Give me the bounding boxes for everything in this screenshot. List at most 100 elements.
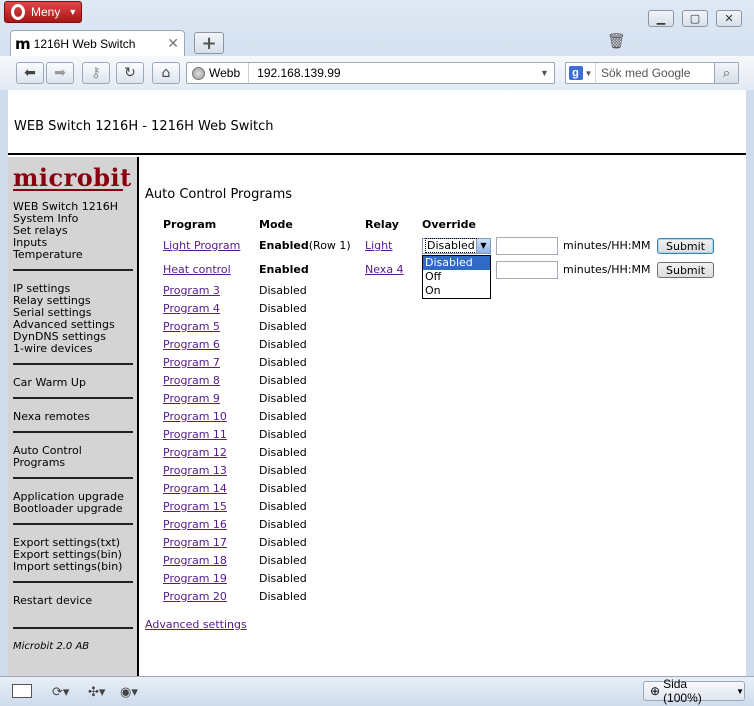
microbit-logo: microbit <box>13 163 132 192</box>
zoom-control[interactable]: ⊕ Sida (100%) ▼ <box>643 677 745 705</box>
search-engine-picker[interactable]: g ▼ <box>566 63 596 83</box>
turbo-icon[interactable]: ◉▾ <box>120 683 138 701</box>
sidebar-item[interactable]: Bootloader upgrade <box>13 503 124 515</box>
program-link[interactable]: Light Program <box>163 239 240 252</box>
program-link[interactable]: Program 11 <box>163 428 227 441</box>
table-row: Program 4 Disabled <box>145 302 445 320</box>
tab-title: 1216H Web Switch <box>33 36 136 51</box>
override-minutes-input[interactable] <box>496 261 558 279</box>
mode-value: Disabled <box>259 482 307 495</box>
program-link[interactable]: Program 6 <box>163 338 220 351</box>
program-link[interactable]: Program 17 <box>163 536 227 549</box>
column-header-mode: Mode <box>259 218 293 231</box>
search-box[interactable]: g ▼ Sök med Google ⌕ <box>565 62 739 84</box>
submit-button[interactable]: Submit <box>657 262 714 278</box>
back-button[interactable]: ⬅ <box>16 62 44 84</box>
program-link[interactable]: Program 16 <box>163 518 227 531</box>
program-link[interactable]: Program 15 <box>163 500 227 513</box>
sidebar-group-restart: Restart device <box>13 595 92 607</box>
override-dropdown-list[interactable]: Disabled Off On <box>422 255 491 299</box>
sync-icon[interactable]: ⟳▾ <box>52 683 69 701</box>
chevron-down-icon[interactable]: ▼ <box>540 68 554 78</box>
program-link[interactable]: Program 20 <box>163 590 227 603</box>
opera-menu-button[interactable]: Meny ▼ <box>4 1 82 23</box>
search-icon[interactable]: ⌕ <box>714 63 738 83</box>
program-link[interactable]: Heat control <box>163 263 231 276</box>
site-badge[interactable]: Webb <box>187 63 250 83</box>
program-link[interactable]: Program 18 <box>163 554 227 567</box>
mode-value: Disabled <box>259 320 307 333</box>
override-select[interactable]: Disabled ▼ <box>422 238 491 254</box>
program-link[interactable]: Program 3 <box>163 284 220 297</box>
program-link[interactable]: Program 7 <box>163 356 220 369</box>
sidebar-divider <box>13 431 133 433</box>
unite-icon[interactable]: ✣▾ <box>88 683 105 701</box>
program-link[interactable]: Program 10 <box>163 410 227 423</box>
close-tab-icon[interactable]: ✕ <box>167 35 179 52</box>
url-text[interactable]: 192.168.139.99 <box>249 66 540 80</box>
panel-toggle-icon[interactable] <box>12 684 32 698</box>
sidebar-item[interactable]: Car Warm Up <box>13 377 86 389</box>
column-header-override: Override <box>422 218 476 231</box>
window-frame-left <box>0 90 8 676</box>
relay-link[interactable]: Nexa 4 <box>365 263 404 276</box>
chevron-down-icon: ▼ <box>584 68 593 78</box>
program-link[interactable]: Program 8 <box>163 374 220 387</box>
sidebar-divider <box>13 523 133 525</box>
submit-button[interactable]: Submit <box>657 238 714 254</box>
reload-button[interactable]: ↻ <box>116 62 144 84</box>
table-row: Program 17 Disabled <box>145 536 445 554</box>
mode-value: Disabled <box>259 572 307 585</box>
program-link[interactable]: Program 12 <box>163 446 227 459</box>
home-button[interactable]: ⌂ <box>152 62 180 84</box>
advanced-settings-link[interactable]: Advanced settings <box>145 618 247 631</box>
mode-value: Disabled <box>259 374 307 387</box>
mode-value: Disabled <box>259 518 307 531</box>
sidebar-group-auto: Auto Control Programs <box>13 445 82 469</box>
sidebar-item[interactable]: Import settings(bin) <box>13 561 122 573</box>
address-bar[interactable]: Webb 192.168.139.99 ▼ <box>186 62 555 84</box>
table-row: Program 5 Disabled <box>145 320 445 338</box>
chevron-down-icon[interactable]: ▼ <box>476 239 490 253</box>
table-row: Program 6 Disabled <box>145 338 445 356</box>
mode-value: Disabled <box>259 446 307 459</box>
mode-value: Disabled <box>259 302 307 315</box>
close-window-button[interactable]: ✕ <box>716 10 742 27</box>
sidebar-group-carwarm: Car Warm Up <box>13 377 86 389</box>
trash-icon[interactable]: 🗑 <box>607 32 626 52</box>
mode-value: Disabled <box>259 428 307 441</box>
program-link[interactable]: Program 5 <box>163 320 220 333</box>
program-link[interactable]: Program 4 <box>163 302 220 315</box>
dropdown-option[interactable]: Off <box>423 270 490 284</box>
page-title: WEB Switch 1216H - 1216H Web Switch <box>14 119 274 134</box>
table-row: Program 16 Disabled <box>145 518 445 536</box>
dropdown-option[interactable]: On <box>423 284 490 298</box>
mode-value: Disabled <box>259 356 307 369</box>
browser-tab[interactable]: m 1216H Web Switch ✕ <box>10 30 185 56</box>
key-icon[interactable]: ⚷ <box>82 62 110 84</box>
mode-value: Disabled <box>259 500 307 513</box>
new-tab-button[interactable]: + <box>194 32 224 54</box>
override-minutes-input[interactable] <box>496 237 558 255</box>
program-link[interactable]: Program 14 <box>163 482 227 495</box>
zoom-label: Sida (100%) <box>663 677 702 705</box>
program-link[interactable]: Program 19 <box>163 572 227 585</box>
google-icon: g <box>568 66 583 80</box>
mode-value: Disabled <box>259 392 307 405</box>
mode-status: Enabled <box>259 239 309 252</box>
sidebar-group-status: WEB Switch 1216H System Info Set relays … <box>13 201 118 261</box>
relay-link[interactable]: Light <box>365 239 392 252</box>
forward-button[interactable]: ➡ <box>46 62 74 84</box>
program-link[interactable]: Program 9 <box>163 392 220 405</box>
search-input[interactable]: Sök med Google <box>596 66 714 80</box>
dropdown-option[interactable]: Disabled <box>423 256 490 270</box>
sidebar-item[interactable]: Restart device <box>13 595 92 607</box>
sidebar-item[interactable]: Nexa remotes <box>13 411 90 423</box>
minimize-button[interactable]: ▁ <box>648 10 674 27</box>
program-link[interactable]: Program 13 <box>163 464 227 477</box>
sidebar-item[interactable]: Temperature <box>13 249 118 261</box>
sidebar-item[interactable]: 1-wire devices <box>13 343 115 355</box>
sidebar-item[interactable]: Programs <box>13 457 82 469</box>
maximize-button[interactable]: ▢ <box>682 10 708 27</box>
opera-logo-icon <box>11 4 25 20</box>
